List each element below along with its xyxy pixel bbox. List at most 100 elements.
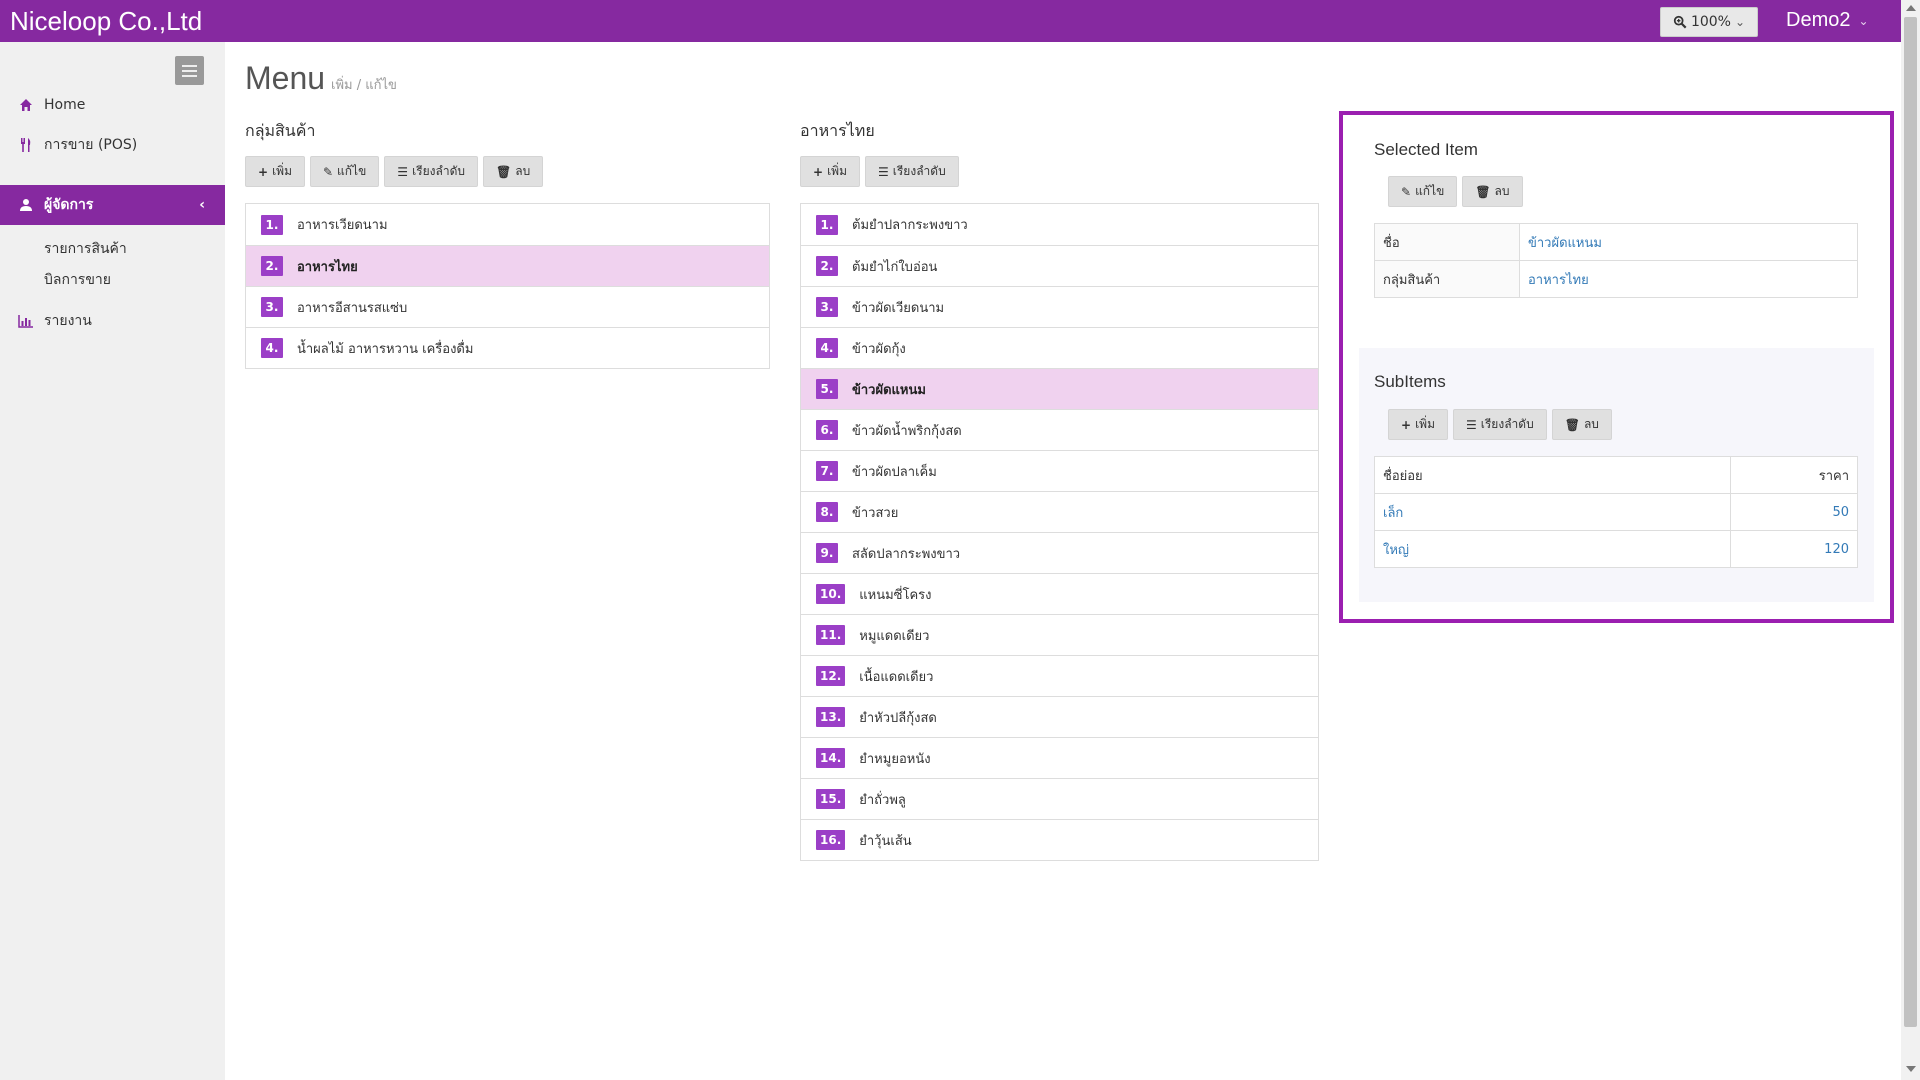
user-name: Demo2 bbox=[1786, 9, 1851, 31]
item-number: 3. bbox=[261, 297, 283, 317]
item-edit-button[interactable]: ✎ แก้ไข bbox=[1388, 176, 1458, 207]
item-label: เนื้อแดดเดียว bbox=[859, 669, 934, 685]
scroll-thumb[interactable] bbox=[1904, 17, 1917, 1027]
item-label: ต้มยำไก่ใบอ่อน bbox=[852, 259, 938, 275]
group-value[interactable]: อาหารไทย bbox=[1519, 260, 1858, 298]
table-row[interactable]: ใหญ่ 120 bbox=[1374, 530, 1858, 568]
groups-title: กลุ่มสินค้า bbox=[245, 121, 316, 140]
list-item[interactable]: 7. ข้าวผัดปลาเค็ม bbox=[801, 450, 1318, 491]
item-number: 2. bbox=[816, 256, 838, 276]
product-add-button[interactable]: + เพิ่ม bbox=[800, 156, 860, 187]
subitem-price[interactable]: 120 bbox=[1730, 530, 1858, 568]
group-sort-button[interactable]: ☰ เรียงลำดับ bbox=[384, 156, 479, 187]
list-item[interactable]: 4. ข้าวผัดกุ้ง bbox=[801, 327, 1318, 368]
list-item[interactable]: 14. ยำหมูยอหนัง bbox=[801, 737, 1318, 778]
item-label: ข้าวผัดเวียดนาม bbox=[852, 300, 945, 316]
list-item[interactable]: 15. ยำถั่วพลู bbox=[801, 778, 1318, 819]
zoom-button[interactable]: 100% ⌄ bbox=[1660, 7, 1758, 37]
item-delete-button[interactable]: 🗑 ลบ bbox=[1462, 176, 1523, 207]
item-label: ข้าวผัดกุ้ง bbox=[852, 341, 906, 357]
list-item[interactable]: 1. อาหารเวียดนาม bbox=[246, 204, 769, 245]
page-subtitle: เพิ่ม / แก้ไข bbox=[331, 78, 397, 93]
group-edit-button[interactable]: ✎ แก้ไข bbox=[309, 156, 380, 187]
list-item[interactable]: 2. อาหารไทย bbox=[246, 245, 769, 286]
item-number: 1. bbox=[261, 214, 283, 235]
item-label: ต้มยำปลากระพงขาว bbox=[852, 218, 968, 233]
sidebar-item-label: รายงาน bbox=[44, 313, 92, 329]
list-item[interactable]: 16. ยำวุ้นเส้น bbox=[801, 819, 1318, 860]
item-label: ยำถั่วพลู bbox=[859, 792, 906, 808]
sidebar: Home การขาย (POS) ผู้จัดการ ‹ รายการสินค… bbox=[0, 42, 225, 1080]
scroll-down-icon[interactable] bbox=[1906, 1066, 1916, 1072]
page-title: Menu เพิ่ม / แก้ไข bbox=[245, 60, 397, 97]
list-item[interactable]: 8. ข้าวสวย bbox=[801, 491, 1318, 532]
item-number: 4. bbox=[261, 338, 283, 358]
list-item[interactable]: 6. ข้าวผัดน้ำพริกกุ้งสด bbox=[801, 409, 1318, 450]
list-item[interactable]: 9. สลัดปลากระพงขาว bbox=[801, 532, 1318, 573]
scrollbar[interactable] bbox=[1901, 0, 1920, 1080]
name-value[interactable]: ข้าวผัดแหนม bbox=[1519, 223, 1858, 261]
chevron-down-icon: ⌄ bbox=[1858, 13, 1869, 28]
table-row[interactable]: เล็ก 50 bbox=[1374, 493, 1858, 531]
item-number: 14. bbox=[816, 748, 846, 768]
table-row: ชื่อ ข้าวผัดแหนม bbox=[1374, 223, 1858, 261]
plus-icon: + bbox=[1401, 417, 1412, 432]
sidebar-item-reports[interactable]: รายงาน bbox=[0, 301, 225, 341]
list-item[interactable]: 12. เนื้อแดดเดียว bbox=[801, 655, 1318, 696]
list-item[interactable]: 1. ต้มยำปลากระพงขาว bbox=[801, 204, 1318, 245]
sidebar-item-label: การขาย (POS) bbox=[44, 137, 138, 153]
button-label: เพิ่ม bbox=[827, 164, 847, 178]
list-item[interactable]: 3. ข้าวผัดเวียดนาม bbox=[801, 286, 1318, 327]
sidebar-item-label: Home bbox=[44, 97, 86, 113]
subitem-delete-button[interactable]: 🗑 ลบ bbox=[1551, 409, 1612, 440]
name-label: ชื่อ bbox=[1374, 223, 1520, 261]
selected-item-title: Selected Item bbox=[1374, 140, 1478, 159]
subitem-add-button[interactable]: + เพิ่ม bbox=[1388, 409, 1448, 440]
item-label: น้ำผลไม้ อาหารหวาน เครื่องดื่ม bbox=[297, 341, 474, 357]
list-item[interactable]: 13. ยำหัวปลีกุ้งสด bbox=[801, 696, 1318, 737]
item-number: 4. bbox=[816, 338, 838, 358]
subitems-toolbar: + เพิ่ม ☰ เรียงลำดับ 🗑 ลบ bbox=[1388, 409, 1612, 440]
item-label: ยำหัวปลีกุ้งสด bbox=[859, 710, 937, 726]
chevron-down-icon: ⌄ bbox=[1734, 15, 1746, 29]
sidebar-item-label: ผู้จัดการ bbox=[44, 197, 94, 213]
subitem-price[interactable]: 50 bbox=[1730, 493, 1858, 531]
sidebar-toggle-button[interactable] bbox=[175, 56, 204, 85]
sidebar-item-pos[interactable]: การขาย (POS) bbox=[0, 125, 225, 165]
item-number: 1. bbox=[816, 214, 838, 235]
item-label: หมูแดดเดียว bbox=[859, 628, 930, 644]
list-item[interactable]: 11. หมูแดดเดียว bbox=[801, 614, 1318, 655]
list-item[interactable]: 2. ต้มยำไก่ใบอ่อน bbox=[801, 245, 1318, 286]
product-sort-button[interactable]: ☰ เรียงลำดับ bbox=[864, 156, 959, 187]
subnav-item-products[interactable]: รายการสินค้า bbox=[44, 238, 127, 260]
list-ordered-icon: ☰ bbox=[397, 164, 409, 179]
subitems-title: SubItems bbox=[1374, 372, 1446, 391]
sidebar-item-manager[interactable]: ผู้จัดการ ‹ bbox=[0, 185, 225, 225]
item-label: ยำวุ้นเส้น bbox=[859, 833, 912, 849]
subitem-name[interactable]: เล็ก bbox=[1374, 493, 1731, 531]
sidebar-item-home[interactable]: Home bbox=[0, 85, 225, 125]
subnav-item-bills[interactable]: บิลการขาย bbox=[44, 269, 111, 291]
trash-icon: 🗑 bbox=[1475, 184, 1491, 199]
item-number: 10. bbox=[816, 584, 846, 604]
list-item[interactable]: 3. อาหารอีสานรสแซ่บ bbox=[246, 286, 769, 327]
list-item[interactable]: 5. ข้าวผัดแหนม bbox=[801, 368, 1318, 409]
bar-chart-icon bbox=[18, 313, 34, 329]
brand-name[interactable]: Niceloop Co.,Ltd bbox=[10, 6, 202, 37]
item-number: 3. bbox=[816, 297, 838, 317]
home-icon bbox=[18, 97, 34, 113]
list-item[interactable]: 10. แหนมซี่โครง bbox=[801, 573, 1318, 614]
button-label: ลบ bbox=[1494, 184, 1510, 198]
scroll-up-icon[interactable] bbox=[1906, 5, 1916, 11]
group-add-button[interactable]: + เพิ่ม bbox=[245, 156, 305, 187]
group-delete-button[interactable]: 🗑 ลบ bbox=[483, 156, 544, 187]
selected-item-toolbar: ✎ แก้ไข 🗑 ลบ bbox=[1388, 176, 1523, 207]
item-label: สลัดปลากระพงขาว bbox=[852, 546, 961, 562]
user-menu[interactable]: Demo2 ⌄ bbox=[1786, 9, 1869, 32]
table-row: กลุ่มสินค้า อาหารไทย bbox=[1374, 260, 1858, 298]
table-header-row: ชื่อย่อย ราคา bbox=[1374, 456, 1858, 494]
products-toolbar: + เพิ่ม ☰ เรียงลำดับ bbox=[800, 156, 959, 187]
subitem-name[interactable]: ใหญ่ bbox=[1374, 530, 1731, 568]
list-item[interactable]: 4. น้ำผลไม้ อาหารหวาน เครื่องดื่ม bbox=[246, 327, 769, 368]
subitem-sort-button[interactable]: ☰ เรียงลำดับ bbox=[1452, 409, 1547, 440]
